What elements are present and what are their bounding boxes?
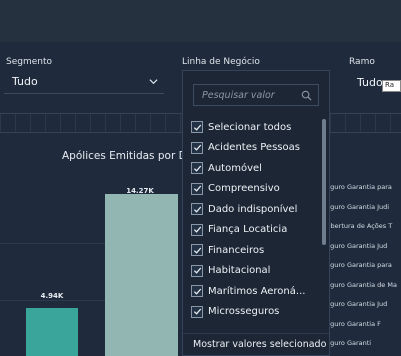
checkbox-icon[interactable] [191, 121, 203, 133]
bar-series-2[interactable] [105, 194, 178, 356]
option-label: Compreensivo [208, 183, 280, 194]
dropdown-option[interactable]: Selecionar todos [191, 119, 291, 135]
right-list-item: Cobertura de Ações T [322, 222, 393, 230]
checkbox-icon[interactable] [191, 182, 203, 195]
option-label: Financeiros [208, 244, 265, 256]
dropdown-option[interactable]: Habitacional [191, 263, 270, 279]
dropdown-option[interactable]: Acidentes Pessoas [191, 140, 300, 156]
ramo-value: Tudo [357, 75, 383, 89]
option-label: Habitacional [208, 265, 271, 276]
checkbox-icon[interactable] [191, 244, 203, 256]
checkbox-icon[interactable] [191, 162, 203, 174]
right-list-item: Seguro Garanti [322, 339, 372, 347]
header-band [0, 0, 401, 42]
bar-series-1[interactable] [26, 308, 78, 356]
segmento-dropdown[interactable]: Tudo [4, 70, 164, 94]
dropdown-option[interactable]: Fiança Locaticia [191, 222, 287, 238]
ramo-label: Ramo [349, 57, 375, 67]
search-icon [301, 90, 312, 101]
linha-dropdown-panel[interactable]: Pesquisar valor Selecionar todos Acidente… [182, 70, 330, 356]
segmento-value: Tudo [12, 75, 38, 88]
right-list-item: Seguro Garantia Jud [322, 300, 388, 308]
dropdown-option[interactable]: Compreensivo [191, 181, 280, 197]
checkbox-icon[interactable] [191, 285, 203, 297]
option-label: Microsseguros [208, 306, 280, 317]
checkbox-icon[interactable] [191, 264, 203, 277]
checkbox-icon[interactable] [191, 223, 203, 236]
bar-data-label: 4.94K [40, 292, 64, 300]
right-list-item: Seguro Garantia para [322, 261, 392, 269]
dropdown-option[interactable]: Dado indisponível [191, 201, 297, 217]
option-label: Dado indisponível [208, 203, 298, 215]
chevron-down-icon [149, 79, 158, 85]
right-list-item: Seguro Garantia F [322, 319, 381, 328]
right-list-item: Seguro Garantia Judi [322, 202, 390, 211]
segmento-label: Segmento [6, 57, 53, 67]
option-label: Acidentes Pessoas [208, 142, 300, 153]
checkbox-icon[interactable] [191, 203, 203, 215]
search-input[interactable]: Pesquisar valor [193, 84, 319, 106]
dropdown-option[interactable]: Automóvel [191, 160, 262, 176]
checkbox-icon[interactable] [191, 141, 203, 154]
right-list-item: Seguro Garantia para [322, 183, 392, 191]
dropdown-option[interactable]: Microsseguros [191, 304, 279, 320]
checkbox-icon[interactable] [191, 305, 203, 318]
search-placeholder: Pesquisar valor [202, 89, 275, 101]
option-label: Selecionar todos [208, 121, 292, 133]
dropdown-option[interactable]: Marítimos Aeroná... [191, 283, 305, 299]
right-list-item: Seguro Garantia Jud [322, 241, 388, 250]
option-label: Automóvel [208, 162, 262, 174]
linha-label: Linha de Negócio [182, 57, 260, 67]
right-list-item: Seguro Garantia de Ma [322, 280, 397, 289]
ramo-tooltip: Ra [382, 80, 401, 92]
show-selected-values[interactable]: Mostrar valores selecionado [183, 333, 329, 355]
scrollbar-thumb[interactable] [322, 119, 326, 245]
dropdown-option[interactable]: Financeiros [191, 242, 264, 258]
option-label: Fiança Locaticia [208, 224, 288, 235]
option-label: Marítimos Aeroná... [208, 285, 306, 297]
